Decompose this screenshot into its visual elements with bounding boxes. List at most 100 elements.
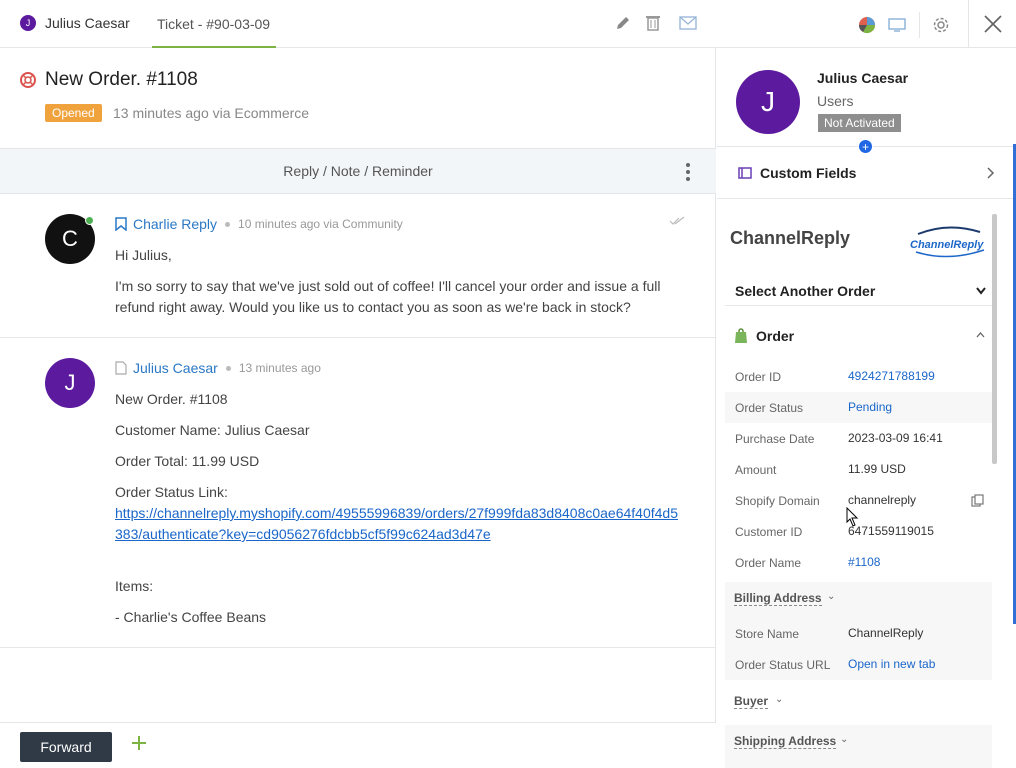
field-value: 2023-03-09 16:41 <box>848 431 943 445</box>
panel-scrollbar[interactable] <box>992 214 997 464</box>
gear-icon[interactable] <box>930 14 952 36</box>
buyer-toggle[interactable]: Buyer ⌄ <box>725 685 992 715</box>
double-check-icon <box>669 216 685 225</box>
items-label: Items: <box>115 578 154 594</box>
select-order-label: Select Another Order <box>735 282 876 299</box>
chevron-down-icon <box>976 286 986 295</box>
copy-icon[interactable] <box>971 494 984 507</box>
user-role: Users <box>817 93 854 109</box>
user-sidebar: J Julius Caesar Users Not Activated + Cu… <box>717 48 1016 768</box>
field-label: Order ID <box>735 370 782 384</box>
order-field-row: Purchase Date 2023-03-09 16:41 <box>725 423 992 454</box>
order-status-link[interactable]: Pending <box>848 400 892 414</box>
status-badge[interactable]: Opened <box>45 104 102 122</box>
chevron-right-icon <box>987 167 995 179</box>
close-button[interactable] <box>968 0 1016 48</box>
ticket-header: New Order. #1108 Opened 13 minutes ago v… <box>0 48 716 149</box>
order-field-row: Order ID 4924271788199 <box>725 361 992 392</box>
order-section-header[interactable]: Order <box>725 321 992 351</box>
forward-button[interactable]: Forward <box>20 732 112 762</box>
avatar: C <box>45 214 95 264</box>
open-in-new-tab-link[interactable]: Open in new tab <box>848 657 935 671</box>
shopify-bag-icon <box>735 328 747 343</box>
field-label: Shopify Domain <box>735 494 820 508</box>
pencil-icon[interactable] <box>612 12 634 34</box>
buyer-label: Buyer <box>734 694 769 709</box>
field-label: Order Status <box>735 401 804 415</box>
reply-bar-label: Reply / Note / Reminder <box>283 163 433 179</box>
message-time: 10 minutes ago via Community <box>238 217 403 231</box>
field-label: Purchase Date <box>735 432 815 446</box>
close-icon <box>983 15 1002 33</box>
field-value: ChannelReply <box>848 626 924 640</box>
trash-icon[interactable] <box>642 12 664 34</box>
field-label: Order Name <box>735 556 802 570</box>
avatar-initial: C <box>62 226 78 251</box>
lifebuoy-icon <box>20 72 36 91</box>
avatar: J <box>45 358 95 408</box>
field-label: Order Status URL <box>735 658 831 672</box>
shipping-address-label: Shipping Address <box>734 734 837 749</box>
shipping-address-toggle[interactable]: Shipping Address ⌄ <box>725 725 992 768</box>
message-author[interactable]: Charlie Reply <box>133 216 217 232</box>
pie-chart-icon[interactable] <box>856 14 878 36</box>
more-options-icon[interactable] <box>686 163 690 181</box>
monitor-icon[interactable] <box>886 14 908 36</box>
field-value: 6471559119015 <box>848 524 934 538</box>
ticket-actions <box>612 12 699 34</box>
order-name-link[interactable]: #1108 <box>848 555 880 569</box>
reply-note-reminder-bar[interactable]: Reply / Note / Reminder <box>0 149 716 194</box>
field-label: Amount <box>735 463 777 477</box>
order-id-link[interactable]: 4924271788199 <box>848 369 935 383</box>
field-value: channelreply <box>848 493 917 507</box>
select-order-dropdown[interactable]: Select Another Order <box>725 276 992 306</box>
message-header: Julius Caesar 13 minutes ago <box>115 360 321 376</box>
order-field-row: Amount 11.99 USD <box>725 454 992 485</box>
custom-fields-row[interactable]: Custom Fields <box>717 147 1016 199</box>
online-status-dot <box>85 216 94 225</box>
message-header: Charlie Reply 10 minutes ago via Communi… <box>115 216 403 232</box>
ticket-meta: 13 minutes ago via Ecommerce <box>113 105 310 121</box>
avatar-initial: J <box>64 370 76 395</box>
channelreply-title: ChannelReply <box>730 228 851 248</box>
bookmark-icon <box>115 217 127 231</box>
chevron-down-icon: ⌄ <box>775 694 784 705</box>
message-item: J Julius Caesar 13 minutes ago New Order… <box>0 338 716 648</box>
channelreply-logo: ChannelReply <box>910 226 985 258</box>
message-line: Order Total: 11.99 USD <box>115 453 260 469</box>
tab-user-label: Julius Caesar <box>45 15 130 31</box>
channelreply-logo-text: ChannelReply <box>910 239 984 251</box>
user-name[interactable]: Julius Caesar <box>817 70 908 86</box>
add-icon[interactable] <box>130 734 148 755</box>
tab-user[interactable]: J Julius Caesar <box>20 15 130 31</box>
ticket-main: New Order. #1108 Opened 13 minutes ago v… <box>0 48 716 768</box>
billing-address-toggle[interactable]: Billing Address ⌄ <box>725 582 992 618</box>
message-line: Hi Julius, <box>115 247 172 263</box>
message-line: I'm so sorry to say that we've just sold… <box>115 278 661 315</box>
field-label: Customer ID <box>735 525 803 539</box>
message-body: New Order. #1108 Customer Name: Julius C… <box>115 389 685 638</box>
mail-icon[interactable] <box>677 12 699 34</box>
custom-fields-label: Custom Fields <box>760 165 857 181</box>
item-line: - Charlie's Coffee Beans <box>115 609 267 625</box>
user-card: J Julius Caesar Users Not Activated + <box>717 48 1016 154</box>
chevron-down-icon: ⌄ <box>827 591 836 602</box>
order-status-link[interactable]: https://channelreply.myshopify.com/49555… <box>115 505 678 542</box>
order-field-row: Store Name ChannelReply <box>725 618 992 649</box>
message-author[interactable]: Julius Caesar <box>133 360 218 376</box>
message-line: New Order. #1108 <box>115 391 228 407</box>
message-body: Hi Julius, I'm so sorry to say that we'v… <box>115 245 685 328</box>
billing-address-label: Billing Address <box>734 591 822 606</box>
order-field-row: Order Status Pending <box>725 392 992 423</box>
order-section-label: Order <box>756 328 795 344</box>
chevron-down-icon: ⌄ <box>840 734 849 745</box>
field-value: 11.99 USD <box>848 462 906 476</box>
avatar[interactable]: J <box>736 70 800 134</box>
message-line: Order Status Link: <box>115 484 228 500</box>
message-line: Customer Name: Julius Caesar <box>115 422 310 438</box>
chevron-up-icon <box>976 332 985 338</box>
tab-ticket[interactable]: Ticket - #90-03-09 <box>152 0 276 48</box>
avatar: J <box>20 15 36 31</box>
message-time: 13 minutes ago <box>238 361 321 375</box>
message-item: C Charlie Reply 10 minutes ago via Commu… <box>0 194 716 338</box>
